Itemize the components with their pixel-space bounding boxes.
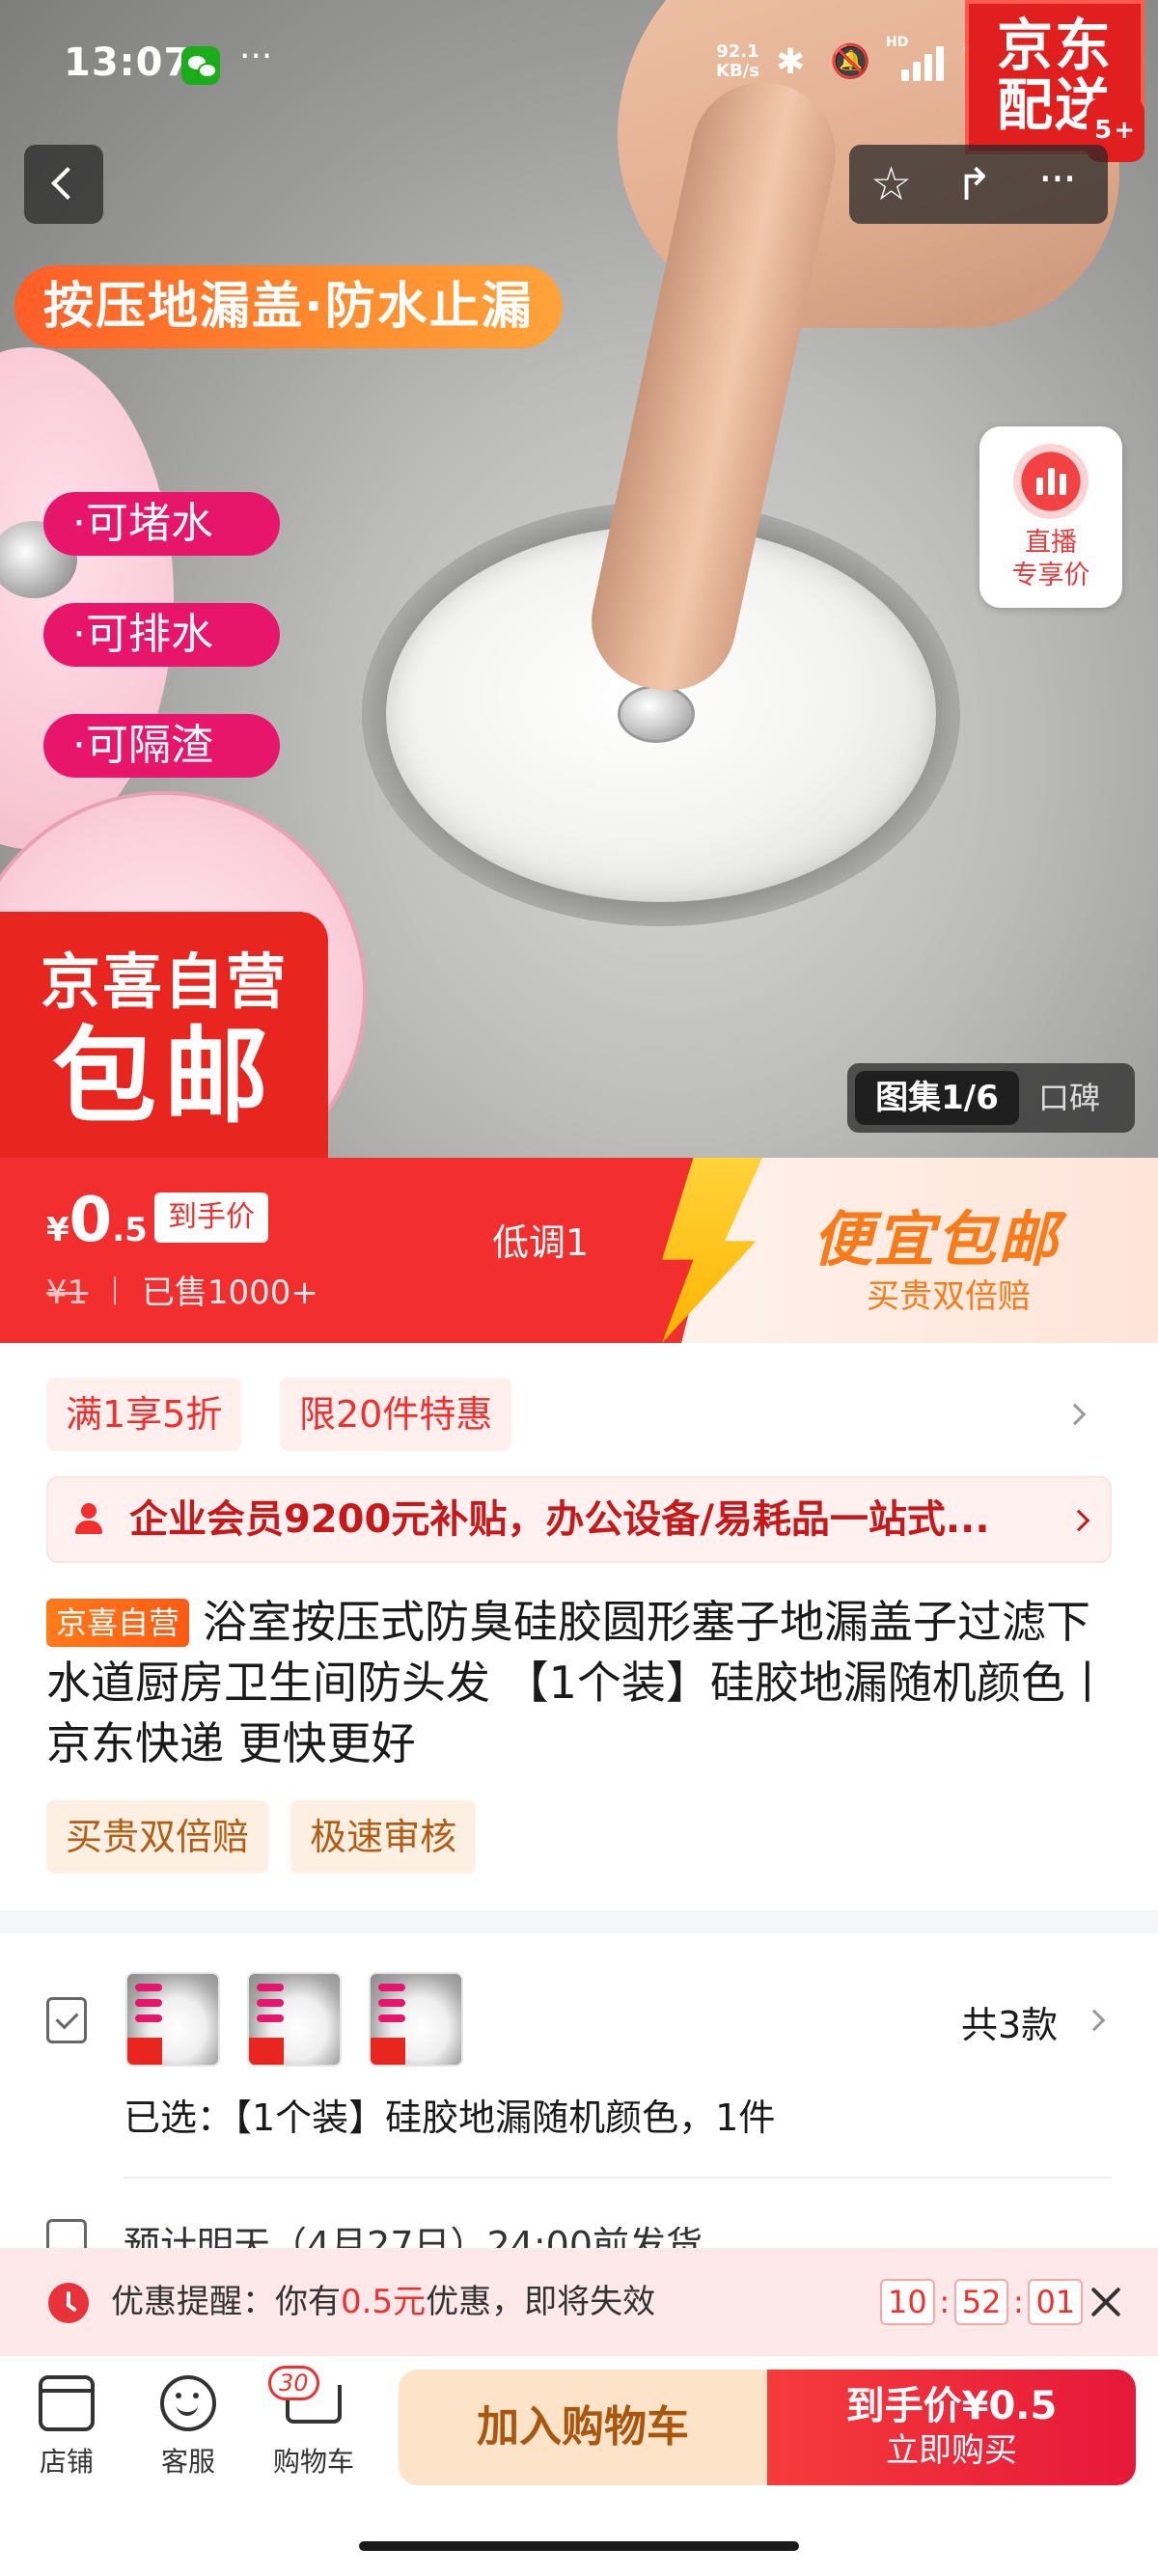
- jd-delivery-badge: 京东 配送 5+: [965, 0, 1144, 162]
- sold-count: 已售1000+: [141, 1274, 318, 1312]
- promo-chip-limited[interactable]: 限20件特惠: [280, 1378, 512, 1451]
- promotion-row[interactable]: 满1享5折 限20件特惠: [46, 1378, 1127, 1451]
- section-separator: [0, 1910, 1158, 1933]
- promo-chip-discount[interactable]: 满1享5折: [46, 1378, 242, 1451]
- promo-subtitle: 买贵双倍赔: [867, 1277, 1031, 1316]
- self-operated-badge: 京喜自营: [46, 1599, 190, 1647]
- countdown-timer: 10:52:01: [880, 2279, 1084, 2327]
- add-to-cart-button[interactable]: 加入购物车: [399, 2370, 767, 2485]
- live-exclusive-price-button[interactable]: 直播 专享价: [979, 426, 1122, 608]
- store-label: 店铺: [39, 2446, 94, 2478]
- product-title-text: 浴室按压式防臭硅胶圆形塞子地漏盖子过滤下水道厨房卫生间防头发 【1个装】硅胶地漏…: [46, 1596, 1110, 1769]
- cart-label: 购物车: [272, 2446, 354, 2478]
- self-operated-label-text: 京喜自营: [40, 946, 288, 1017]
- clock-icon: [48, 2283, 89, 2323]
- close-icon[interactable]: [1087, 2283, 1125, 2321]
- network-speed: 92.1 KB/s: [716, 42, 759, 81]
- chevron-right-icon: [1063, 1403, 1087, 1426]
- jd-badge-line1: 京东: [996, 13, 1113, 78]
- reminder-suffix: 优惠，即将失效: [426, 2283, 656, 2321]
- more-menu-icon[interactable]: ···: [1038, 152, 1077, 205]
- mute-bell-icon: 🔕: [830, 42, 871, 81]
- favorite-star-icon[interactable]: ☆: [870, 158, 912, 210]
- guarantee-row: 买贵双倍赔 极速审核: [46, 1800, 493, 1874]
- reviews-tab[interactable]: 口碑: [1038, 1071, 1100, 1125]
- network-speed-value: 92.1: [716, 41, 759, 62]
- original-price-and-sales: ¥1 ︱ 已售1000+: [46, 1266, 318, 1313]
- live-badge-line2: 专享价: [1011, 561, 1090, 590]
- final-price: ¥0.5: [46, 1185, 148, 1256]
- variant-thumbnail[interactable]: [369, 1972, 463, 2067]
- reminder-text: 优惠提醒：你有0.5元优惠，即将失效: [111, 2277, 655, 2327]
- free-shipping-label-text: 包邮: [51, 1017, 276, 1137]
- gallery-toggle: 图集1/6 口碑: [847, 1063, 1135, 1133]
- guarantee-double-refund[interactable]: 买贵双倍赔: [46, 1800, 269, 1874]
- low-key-label: 低调1: [492, 1221, 590, 1264]
- gallery-tab[interactable]: 图集1/6: [855, 1071, 1019, 1125]
- enterprise-member-banner[interactable]: 企业会员9200元补贴，办公设备/易耗品一站式...: [46, 1476, 1112, 1563]
- reminder-amount: 0.5元: [341, 2283, 427, 2321]
- variant-thumbnail[interactable]: [247, 1972, 342, 2067]
- back-button[interactable]: [24, 145, 103, 224]
- wechat-icon: [181, 46, 220, 85]
- status-time: 13:07: [64, 41, 192, 85]
- enterprise-member-text: 企业会员9200元补贴，办公设备/易耗品一站式...: [129, 1497, 990, 1542]
- product-title: 京喜自营 浴室按压式防臭硅胶圆形塞子地漏盖子过滤下水道厨房卫生间防头发 【1个装】…: [46, 1592, 1117, 1774]
- user-icon: [71, 1503, 106, 1538]
- discount-reminder-bar[interactable]: 优惠提醒：你有0.5元优惠，即将失效 10:52:01: [0, 2248, 1158, 2356]
- feature-pill-drain-water: ·可排水: [43, 603, 280, 667]
- service-icon: [160, 2375, 216, 2431]
- hd-label: HD: [886, 35, 909, 50]
- buy-now-button[interactable]: 到手价¥0.5 立即购买: [767, 2370, 1136, 2485]
- buy-now-label: 立即购买: [886, 2431, 1017, 2470]
- service-label: 客服: [160, 2446, 215, 2478]
- price-currency: ¥: [46, 1211, 69, 1249]
- final-price-tag: 到手价: [154, 1192, 268, 1243]
- top-action-group: ☆ ↱ ···: [849, 145, 1108, 224]
- price-strip: ¥0.5 到手价 ¥1 ︱ 已售1000+ 低调1 便宜包邮 买贵双倍赔: [0, 1158, 1158, 1343]
- price-divider: ︱: [88, 1274, 142, 1312]
- home-indicator[interactable]: [359, 2541, 799, 2551]
- guarantee-fast-review[interactable]: 极速审核: [290, 1800, 477, 1874]
- status-more-icon: ···: [239, 37, 273, 76]
- cart-count-badge: 30: [268, 2366, 319, 2400]
- product-photo-press-button: [618, 685, 695, 743]
- buy-now-price: 到手价¥0.5: [845, 2384, 1058, 2428]
- timer-separator: :: [939, 2284, 951, 2320]
- price-decimal: .5: [112, 1211, 148, 1249]
- customer-service-button[interactable]: 客服: [135, 2375, 241, 2480]
- timer-minutes: 52: [953, 2279, 1009, 2325]
- live-badge-line1: 直播: [1025, 528, 1077, 558]
- chevron-right-icon: [1083, 2009, 1106, 2032]
- feature-pill-filter-debris: ·可隔渣: [43, 714, 280, 778]
- selection-icon: [46, 1997, 87, 2043]
- price-integer: 0: [69, 1185, 113, 1256]
- live-bars-icon: [1013, 444, 1089, 519]
- share-icon[interactable]: ↱: [955, 158, 993, 210]
- network-speed-unit: KB/s: [716, 61, 759, 81]
- divider: [124, 2177, 1112, 2179]
- self-operated-free-shipping-label: 京喜自营 包邮: [0, 912, 328, 1158]
- feature-pill-block-water: ·可堵水: [43, 492, 280, 556]
- promo-title: 便宜包邮: [813, 1204, 1061, 1274]
- signal-icon: HD: [886, 35, 944, 81]
- timer-hours: 10: [880, 2279, 935, 2325]
- store-button[interactable]: 店铺: [14, 2375, 120, 2480]
- timer-separator: :: [1013, 2284, 1024, 2320]
- reminder-prefix: 优惠提醒：你有: [111, 2283, 341, 2321]
- hero-banner-label: 按压地漏盖·防水止漏: [14, 265, 563, 348]
- variant-count[interactable]: 共3款: [961, 1995, 1058, 2048]
- bluetooth-icon: ✱: [776, 42, 806, 82]
- original-price: ¥1: [46, 1274, 89, 1312]
- store-icon: [39, 2375, 95, 2431]
- variant-thumbnail[interactable]: [125, 1972, 220, 2067]
- timer-seconds: 01: [1028, 2279, 1084, 2325]
- selected-variant[interactable]: 已选：【1个装】硅胶地漏随机颜色，1件: [124, 2088, 775, 2141]
